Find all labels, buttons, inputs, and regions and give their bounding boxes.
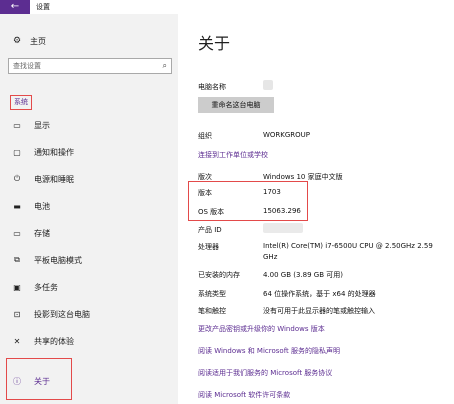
ram-value: 4.00 GB (3.89 GB 可用) — [263, 271, 343, 279]
sidebar-item-label: 通知和操作 — [34, 147, 74, 157]
sidebar-item-label: 存储 — [34, 228, 50, 238]
processor-label: 处理器 — [198, 243, 219, 251]
system-type-label: 系统类型 — [198, 290, 226, 298]
org-value: WORKGROUP — [263, 131, 311, 139]
rename-pc-button[interactable]: 重命名这台电脑 — [198, 97, 274, 113]
multitask-icon: ▣ — [13, 282, 21, 292]
sidebar-item-label: 显示 — [34, 120, 50, 130]
share-icon: ✕ — [13, 336, 21, 346]
sidebar-item-shared[interactable]: ✕ 共享的体验 — [12, 334, 74, 348]
sidebar-item-label: 电源和睡眠 — [34, 174, 74, 184]
os-build-label: OS 版本 — [198, 208, 225, 216]
display-icon: ▭ — [13, 120, 21, 130]
version-label: 版本 — [198, 189, 212, 197]
back-arrow-icon: ← — [10, 1, 20, 12]
sidebar-item-label: 共享的体验 — [34, 336, 74, 346]
title-bar: ← 设置 — [0, 0, 454, 14]
tablet-icon: ⧉ — [14, 255, 20, 264]
sidebar-item-label: 电池 — [34, 201, 50, 211]
sidebar-item-storage[interactable]: ▭ 存储 — [12, 226, 50, 240]
sidebar-item-tablet[interactable]: ⧉ 平板电脑模式 — [12, 253, 82, 267]
search-icon[interactable]: ⌕ — [163, 59, 167, 73]
ram-label: 已安装的内存 — [198, 271, 240, 279]
main-content: 关于 电脑名称 重命名这台电脑 组织 WORKGROUP 连接到工作单位或学校 … — [178, 14, 454, 404]
processor-value-line2: GHz — [263, 253, 278, 261]
back-button[interactable]: ← — [0, 0, 30, 14]
section-label-system: 系统 — [10, 95, 32, 110]
gear-icon: ⚙ — [12, 36, 22, 46]
privacy-statement-link[interactable]: 阅读 Windows 和 Microsoft 服务的隐私声明 — [198, 346, 340, 356]
sidebar-item-label: 投影到这台电脑 — [34, 309, 90, 319]
storage-icon: ▭ — [13, 228, 21, 238]
pc-name-value — [263, 80, 273, 90]
notification-icon: ▢ — [13, 147, 21, 157]
change-product-key-link[interactable]: 更改产品密钥或升级你的 Windows 版本 — [198, 324, 325, 334]
about-highlight-box — [6, 358, 72, 400]
sidebar-item-power[interactable]: ⏻ 电源和睡眠 — [12, 172, 74, 186]
battery-icon: ▬ — [13, 201, 21, 211]
sidebar-item-multitask[interactable]: ▣ 多任务 — [12, 280, 58, 294]
org-label: 组织 — [198, 132, 212, 140]
search-input[interactable]: 查找设置 ⌕ — [8, 58, 172, 74]
sidebar-item-project[interactable]: ⊡ 投影到这台电脑 — [12, 307, 90, 321]
services-agreement-link[interactable]: 阅读适用于我们服务的 Microsoft 服务协议 — [198, 368, 332, 378]
page-title: 关于 — [198, 34, 231, 53]
sidebar-home[interactable]: ⚙ 主页 — [12, 34, 46, 48]
product-id-value — [263, 223, 303, 233]
license-terms-link[interactable]: 阅读 Microsoft 软件许可条款 — [198, 390, 290, 400]
processor-value-line1: Intel(R) Core(TM) i7-6500U CPU @ 2.50GHz… — [263, 242, 433, 250]
pc-name-label: 电脑名称 — [198, 83, 226, 91]
sidebar-item-label: 多任务 — [34, 282, 58, 292]
search-placeholder: 查找设置 — [13, 62, 41, 70]
home-label: 主页 — [30, 36, 46, 46]
power-icon: ⏻ — [13, 174, 21, 183]
sidebar: ⚙ 主页 查找设置 ⌕ 系统 ▭ 显示 ▢ 通知和操作 ⏻ 电源和睡眠 ▬ 电池… — [0, 14, 178, 404]
sidebar-item-label: 平板电脑模式 — [34, 255, 82, 265]
project-icon: ⊡ — [13, 309, 21, 319]
window-title: 设置 — [36, 3, 50, 11]
pen-touch-label: 笔和触控 — [198, 307, 226, 315]
sidebar-item-battery[interactable]: ▬ 电池 — [12, 199, 50, 213]
product-id-label: 产品 ID — [198, 226, 222, 234]
system-type-value: 64 位操作系统，基于 x64 的处理器 — [263, 290, 376, 298]
sidebar-item-notifications[interactable]: ▢ 通知和操作 — [12, 145, 74, 159]
pen-touch-value: 没有可用于此显示器的笔或触控输入 — [263, 307, 375, 315]
connect-work-link[interactable]: 连接到工作单位或学校 — [198, 150, 268, 160]
os-build-value: 15063.296 — [263, 207, 301, 215]
sidebar-item-display[interactable]: ▭ 显示 — [12, 118, 50, 132]
version-value: 1703 — [263, 188, 281, 196]
